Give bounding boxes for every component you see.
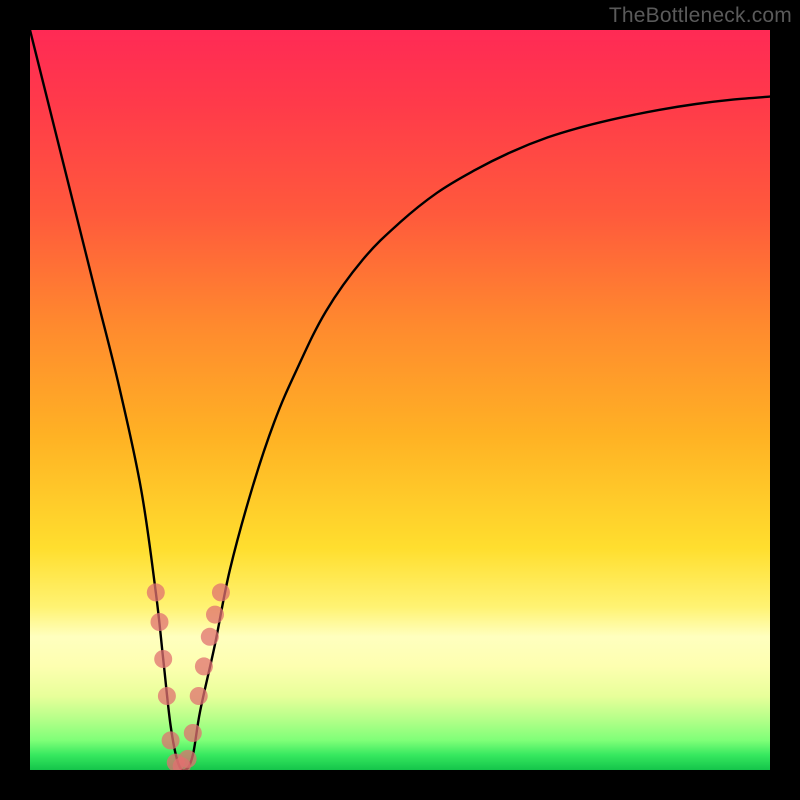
marker-dot <box>184 724 202 742</box>
bottleneck-curve <box>30 30 770 770</box>
marker-dot <box>147 583 165 601</box>
marker-dot <box>179 750 197 768</box>
marker-dot <box>206 606 224 624</box>
marker-dot <box>162 731 180 749</box>
marker-dot <box>212 583 230 601</box>
plot-area <box>30 30 770 770</box>
marker-dot <box>190 687 208 705</box>
curve-layer <box>30 30 770 770</box>
marker-dot <box>154 650 172 668</box>
watermark-text: TheBottleneck.com <box>609 4 792 28</box>
marker-dot <box>151 613 169 631</box>
chart-frame: TheBottleneck.com <box>0 0 800 800</box>
marker-dot <box>195 657 213 675</box>
marker-dot <box>158 687 176 705</box>
marker-dot <box>201 628 219 646</box>
